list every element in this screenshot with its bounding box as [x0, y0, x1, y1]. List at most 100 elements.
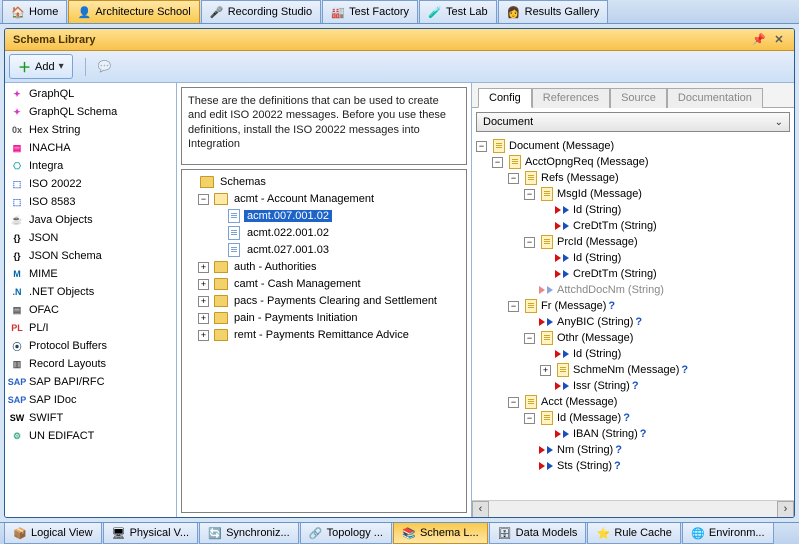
tab-label: Architecture School — [95, 6, 190, 18]
tree-toggle[interactable]: − — [524, 189, 535, 200]
doc-tree-label[interactable]: Document (Message) — [509, 140, 614, 152]
doc-tree-label[interactable]: Id (String) — [573, 252, 621, 264]
tab-documentation[interactable]: Documentation — [667, 88, 763, 108]
doc-tree-label[interactable]: Id (String) — [573, 204, 621, 216]
bottom-tab[interactable]: 🗄Data Models — [489, 523, 587, 544]
tree-label[interactable]: acmt - Account Management — [231, 193, 377, 205]
tree-label[interactable]: pacs - Payments Clearing and Settlement — [231, 295, 440, 307]
tree-toggle[interactable]: + — [198, 262, 209, 273]
doc-tree-label[interactable]: Refs (Message) — [541, 172, 619, 184]
tree-label[interactable]: acmt.022.001.02 — [244, 227, 332, 239]
tab-test-factory[interactable]: 🏭 Test Factory — [322, 0, 418, 23]
tree-toggle[interactable]: + — [198, 279, 209, 290]
doc-tree-label[interactable]: MsgId (Message) — [557, 188, 642, 200]
tree-toggle[interactable]: + — [198, 313, 209, 324]
tree-toggle[interactable]: + — [198, 330, 209, 341]
schema-icon: PL — [9, 320, 25, 336]
doc-tree-label[interactable]: Acct (Message) — [541, 396, 617, 408]
document-selector[interactable]: Document ⌄ — [476, 112, 790, 132]
schema-type-item[interactable]: .N.NET Objects — [5, 283, 176, 301]
doc-tree-label[interactable]: Othr (Message) — [557, 332, 633, 344]
bottom-tab[interactable]: 📚Schema L... — [393, 523, 488, 544]
schema-tree[interactable]: Schemas − acmt - Account Management acmt… — [181, 169, 467, 513]
doc-tree-label[interactable]: Sts (String) — [557, 460, 612, 472]
doc-tree-label[interactable]: CreDtTm (String) — [573, 220, 657, 232]
doc-tree-label[interactable]: Id (String) — [573, 348, 621, 360]
tab-config[interactable]: Config — [478, 88, 532, 108]
schema-type-item[interactable]: ▤INACHA — [5, 139, 176, 157]
tree-label[interactable]: acmt.007.001.02 — [244, 210, 332, 222]
tree-label[interactable]: camt - Cash Management — [231, 278, 364, 290]
schema-type-item[interactable]: 0xHex String — [5, 121, 176, 139]
tab-results-gallery[interactable]: 👩 Results Gallery — [498, 0, 609, 23]
tree-toggle[interactable]: − — [198, 194, 209, 205]
bottom-tab[interactable]: ⭐Rule Cache — [587, 523, 680, 544]
scroll-right-icon[interactable]: › — [777, 501, 794, 518]
tab-architecture-school[interactable]: 👤 Architecture School — [68, 0, 199, 23]
tree-label[interactable]: auth - Authorities — [231, 261, 320, 273]
schema-type-item[interactable]: {}JSON — [5, 229, 176, 247]
tab-source[interactable]: Source — [610, 88, 667, 108]
tree-toggle[interactable]: + — [198, 296, 209, 307]
schema-type-label: GraphQL — [29, 88, 172, 100]
schema-type-item[interactable]: SAPSAP IDoc — [5, 391, 176, 409]
scroll-left-icon[interactable]: ‹ — [472, 501, 489, 518]
tree-label[interactable]: remt - Payments Remittance Advice — [231, 329, 412, 341]
doc-tree-label[interactable]: PrcId (Message) — [557, 236, 638, 248]
doc-tree-label[interactable]: Issr (String) — [573, 380, 630, 392]
schema-type-item[interactable]: PLPL/I — [5, 319, 176, 337]
schema-type-item[interactable]: ⚙UN EDIFACT — [5, 427, 176, 445]
close-icon[interactable]: ✕ — [772, 33, 786, 47]
tree-label[interactable]: acmt.027.001.03 — [244, 244, 332, 256]
schema-type-item[interactable]: ⎔Integra — [5, 157, 176, 175]
schema-type-item[interactable]: MMIME — [5, 265, 176, 283]
filter-icon[interactable]: 💬 — [98, 60, 112, 73]
doc-tree-label[interactable]: CreDtTm (String) — [573, 268, 657, 280]
schema-type-item[interactable]: ▤OFAC — [5, 301, 176, 319]
schema-type-item[interactable]: ⬚ISO 8583 — [5, 193, 176, 211]
tab-home[interactable]: 🏠 Home — [2, 0, 67, 23]
doc-tree-label[interactable]: SchmeNm (Message) — [573, 364, 679, 376]
tree-toggle[interactable]: − — [524, 237, 535, 248]
schema-type-item[interactable]: ⬚ISO 20022 — [5, 175, 176, 193]
description-box[interactable]: These are the definitions that can be us… — [181, 87, 467, 165]
schema-type-item[interactable]: ✦GraphQL — [5, 85, 176, 103]
schema-type-item[interactable]: SAPSAP BAPI/RFC — [5, 373, 176, 391]
tree-toggle[interactable]: − — [524, 333, 535, 344]
doc-tree-label[interactable]: IBAN (String) — [573, 428, 638, 440]
schema-type-item[interactable]: ▥Record Layouts — [5, 355, 176, 373]
tree-toggle[interactable]: − — [508, 173, 519, 184]
schema-type-item[interactable]: SWSWIFT — [5, 409, 176, 427]
document-tree[interactable]: −Document (Message)−AcctOpngReq (Message… — [472, 136, 794, 500]
horizontal-scrollbar[interactable]: ‹ › — [472, 500, 794, 517]
doc-tree-label[interactable]: Id (Message) — [557, 412, 621, 424]
tree-toggle[interactable]: − — [524, 413, 535, 424]
tab-recording-studio[interactable]: 🎤 Recording Studio — [201, 0, 321, 23]
doc-tree-label[interactable]: Nm (String) — [557, 444, 613, 456]
add-button[interactable]: ＋ Add ▾ — [9, 54, 73, 79]
bottom-tab[interactable]: 📦Logical View — [4, 523, 102, 544]
schema-type-item[interactable]: ✦GraphQL Schema — [5, 103, 176, 121]
tree-toggle[interactable]: − — [476, 141, 487, 152]
bottom-tab[interactable]: 🖥Physical V... — [103, 523, 199, 544]
bottom-tab[interactable]: 🔄Synchroniz... — [199, 523, 299, 544]
schema-type-item[interactable]: ☕Java Objects — [5, 211, 176, 229]
tree-toggle[interactable]: − — [508, 397, 519, 408]
schema-type-list[interactable]: ✦GraphQL✦GraphQL Schema0xHex String▤INAC… — [5, 83, 177, 517]
doc-tree-label[interactable]: AttchdDocNm (String) — [557, 284, 664, 296]
doc-tree-label[interactable]: AcctOpngReq (Message) — [525, 156, 649, 168]
bottom-tab[interactable]: 🔗Topology ... — [300, 523, 392, 544]
pin-icon[interactable]: 📌 — [752, 33, 766, 47]
tree-label[interactable]: Schemas — [217, 176, 269, 188]
doc-tree-label[interactable]: Fr (Message) — [541, 300, 606, 312]
tab-test-lab[interactable]: 🧪 Test Lab — [419, 0, 497, 23]
tree-toggle[interactable]: − — [492, 157, 503, 168]
bottom-tab[interactable]: 🌐Environm... — [682, 523, 774, 544]
tree-label[interactable]: pain - Payments Initiation — [231, 312, 361, 324]
tab-references[interactable]: References — [532, 88, 610, 108]
tree-toggle[interactable]: − — [508, 301, 519, 312]
schema-type-item[interactable]: ⦿Protocol Buffers — [5, 337, 176, 355]
tree-toggle[interactable]: + — [540, 365, 551, 376]
schema-type-item[interactable]: {}JSON Schema — [5, 247, 176, 265]
doc-tree-label[interactable]: AnyBIC (String) — [557, 316, 633, 328]
